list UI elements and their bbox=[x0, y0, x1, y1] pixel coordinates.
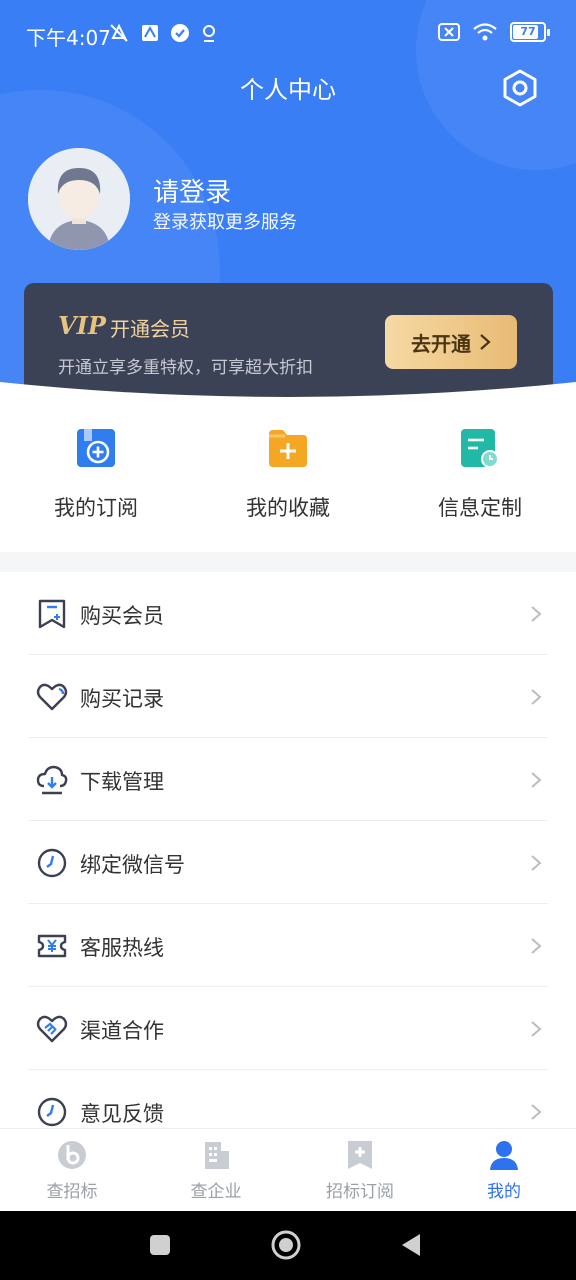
battery-level: 77 bbox=[520, 25, 536, 38]
open-vip-label: 去开通 bbox=[411, 331, 471, 356]
user-icon bbox=[490, 1141, 518, 1170]
menu-item-label: 意见反馈 bbox=[80, 1102, 164, 1126]
heart-icon bbox=[36, 683, 68, 711]
back-icon[interactable] bbox=[396, 1229, 428, 1261]
system-navigation-bar bbox=[0, 1211, 576, 1280]
menu-item-label: 下载管理 bbox=[80, 770, 164, 794]
quick-action-label: 我的订阅 bbox=[54, 496, 138, 520]
menu-item-label: 客服热线 bbox=[80, 936, 164, 960]
ticket-yuan-icon bbox=[37, 934, 67, 958]
vip-title: 开通会员 bbox=[110, 317, 190, 341]
subscribe-icon bbox=[77, 429, 115, 467]
chevron-right-icon bbox=[531, 855, 542, 871]
menu-item-channel-cooperation[interactable]: 渠道合作 bbox=[0, 987, 576, 1070]
tab-search-companies[interactable]: 查企业 bbox=[144, 1139, 288, 1202]
quick-subscribe[interactable]: 我的订阅 bbox=[0, 428, 192, 522]
quick-favorites[interactable]: 我的收藏 bbox=[192, 428, 384, 522]
clock-icon bbox=[37, 1097, 67, 1127]
menu-item-label: 绑定微信号 bbox=[80, 853, 185, 877]
wifi-icon bbox=[473, 23, 497, 41]
vip-logo: VIP bbox=[58, 311, 106, 340]
tab-label: 我的 bbox=[487, 1182, 521, 1202]
menu-item-buy-vip[interactable]: 购买会员 bbox=[0, 572, 576, 655]
custom-info-icon bbox=[461, 429, 499, 468]
quick-actions: 我的订阅 我的收藏 信息定制 bbox=[0, 412, 576, 552]
login-subtitle: 登录获取更多服务 bbox=[153, 212, 297, 233]
tab-search-bids[interactable]: 查招标 bbox=[0, 1139, 144, 1202]
chevron-right-icon bbox=[531, 1021, 542, 1037]
clock-icon bbox=[37, 848, 67, 878]
login-title[interactable]: 请登录 bbox=[153, 172, 231, 209]
chevron-right-icon bbox=[531, 772, 542, 788]
status-bar: 下午4:07 77 bbox=[0, 0, 576, 70]
chevron-right-icon bbox=[531, 938, 542, 954]
bookmark-plus-icon bbox=[348, 1141, 372, 1169]
mute-alarm-icon bbox=[110, 23, 128, 42]
favorites-folder-icon bbox=[269, 430, 307, 467]
chevron-right-icon bbox=[531, 689, 542, 705]
menu-item-service-hotline[interactable]: 客服热线 bbox=[0, 904, 576, 987]
menu-item-label: 购买记录 bbox=[80, 687, 164, 711]
no-sim-icon bbox=[438, 23, 460, 41]
menu-item-bind-wechat[interactable]: 绑定微信号 bbox=[0, 821, 576, 904]
vip-description: 开通立享多重特权，可享超大折扣 bbox=[58, 358, 313, 378]
tab-mine[interactable]: 我的 bbox=[432, 1139, 576, 1202]
location-icon bbox=[203, 25, 215, 42]
b-logo-icon bbox=[58, 1141, 86, 1169]
cloud-download-icon bbox=[36, 765, 68, 795]
quick-action-label: 我的收藏 bbox=[246, 496, 330, 520]
bookmark-icon bbox=[38, 599, 66, 629]
battery-indicator: 77 bbox=[510, 22, 550, 42]
handshake-heart-icon bbox=[36, 1015, 68, 1043]
section-divider bbox=[0, 552, 576, 572]
home-icon[interactable] bbox=[270, 1229, 302, 1261]
tab-label: 招标订阅 bbox=[326, 1182, 394, 1202]
menu-item-label: 渠道合作 bbox=[80, 1019, 164, 1043]
bottom-tab-bar: 查招标 查企业 招标订阅 我的 bbox=[0, 1128, 576, 1211]
tab-label: 查企业 bbox=[190, 1182, 242, 1202]
status-time: 下午4:07 bbox=[26, 26, 111, 50]
tab-bid-subscription[interactable]: 招标订阅 bbox=[288, 1139, 432, 1202]
default-avatar-icon bbox=[28, 148, 130, 250]
chevron-right-icon bbox=[531, 1104, 542, 1120]
page-title: 个人中心 bbox=[240, 76, 336, 104]
avatar[interactable] bbox=[28, 148, 130, 250]
building-icon bbox=[205, 1142, 229, 1169]
settings-gear-icon[interactable] bbox=[500, 68, 540, 108]
menu-item-label: 购买会员 bbox=[80, 604, 164, 628]
menu-item-purchase-history[interactable]: 购买记录 bbox=[0, 655, 576, 738]
menu-item-download-manager[interactable]: 下载管理 bbox=[0, 738, 576, 821]
quick-action-label: 信息定制 bbox=[438, 496, 522, 520]
check-badge-icon bbox=[171, 24, 189, 42]
status-icons-left bbox=[108, 22, 218, 44]
chevron-right-icon bbox=[480, 334, 491, 350]
tab-label: 查招标 bbox=[46, 1182, 98, 1202]
open-vip-button[interactable]: 去开通 bbox=[385, 315, 517, 369]
status-icons-right: 77 bbox=[438, 22, 550, 42]
quick-custom-info[interactable]: 信息定制 bbox=[384, 428, 576, 522]
chevron-right-icon bbox=[531, 606, 542, 622]
menu-list: 购买会员 购买记录 下载管理 绑定微信号 客服热线 渠道合作 意见反馈 bbox=[0, 572, 576, 1153]
app-notification-icon bbox=[142, 25, 158, 41]
recent-apps-icon[interactable] bbox=[144, 1229, 176, 1261]
